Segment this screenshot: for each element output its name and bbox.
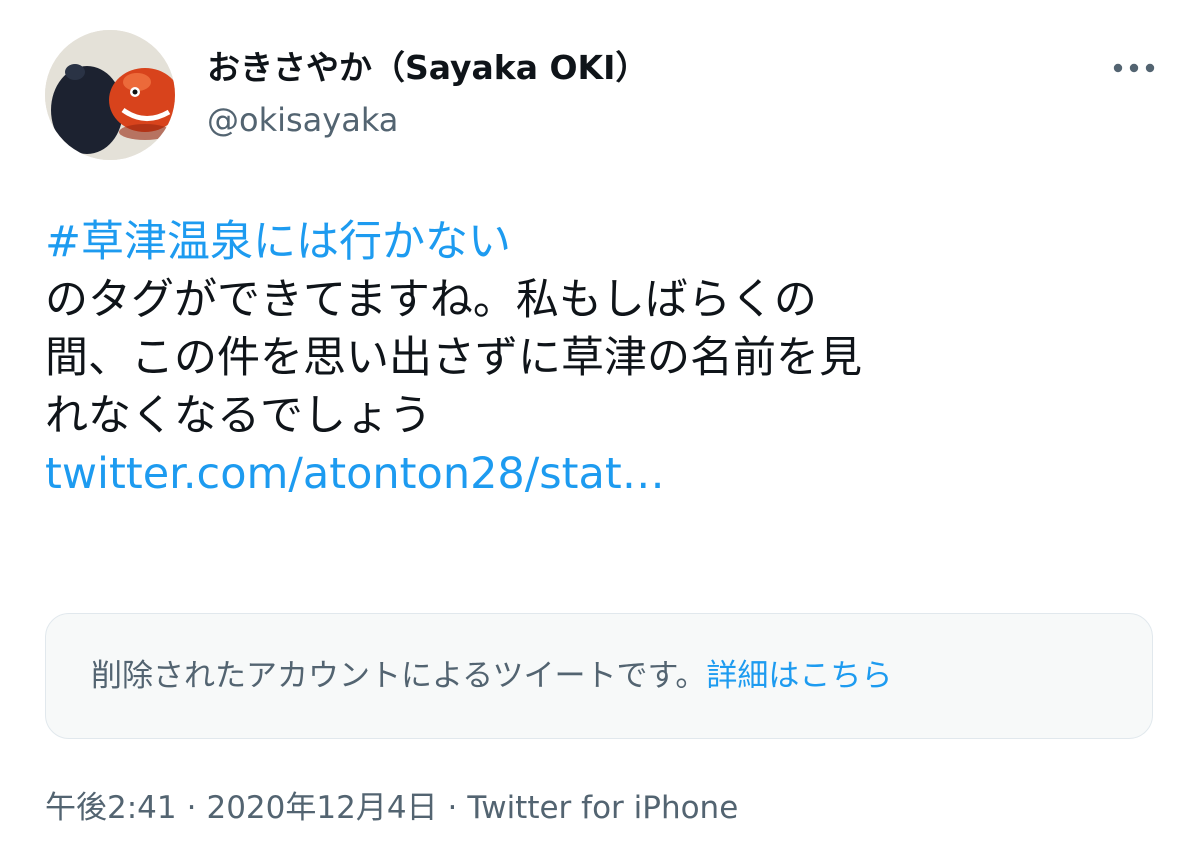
notice-text-container: 削除されたアカウントによるツイートです。詳細はこちら [91, 656, 892, 696]
tweet-time[interactable]: 午後2:41 [45, 790, 177, 826]
tweet-url-link[interactable]: twitter.com/atonton28/stat… [45, 449, 665, 499]
display-name[interactable]: おきさやか（Sayaka OKI） [207, 48, 648, 88]
notice-text: 削除されたアカウントによるツイートです。 [91, 658, 707, 694]
more-options-button[interactable] [1108, 48, 1160, 88]
tweet-text-line: のタグができてますね。私もしばらくの [45, 275, 817, 325]
tweet-text-line: 間、この件を思い出さずに草津の名前を見 [45, 333, 862, 383]
tweet-meta: 午後2:41 · 2020年12月4日 · Twitter for iPhone [45, 788, 738, 828]
meta-separator: · [447, 790, 458, 826]
tweet-date[interactable]: 2020年12月4日 [206, 790, 437, 826]
avatar[interactable] [45, 30, 175, 160]
tweet-text-line: れなくなるでしょう [45, 391, 432, 441]
hashtag-link[interactable]: #草津温泉には行かない [45, 217, 511, 267]
more-horizontal-icon [1113, 63, 1155, 73]
user-handle[interactable]: @okisayaka [207, 100, 398, 140]
tweet-text: #草津温泉には行かない のタグができてますね。私もしばらくの 間、この件を思い出… [45, 213, 1160, 503]
learn-more-link[interactable]: 詳細はこちら [706, 658, 892, 694]
avatar-photo [45, 30, 175, 160]
meta-separator: · [186, 790, 197, 826]
tweet-source[interactable]: Twitter for iPhone [467, 790, 738, 826]
deleted-account-notice-card: 削除されたアカウントによるツイートです。詳細はこちら [45, 613, 1153, 739]
